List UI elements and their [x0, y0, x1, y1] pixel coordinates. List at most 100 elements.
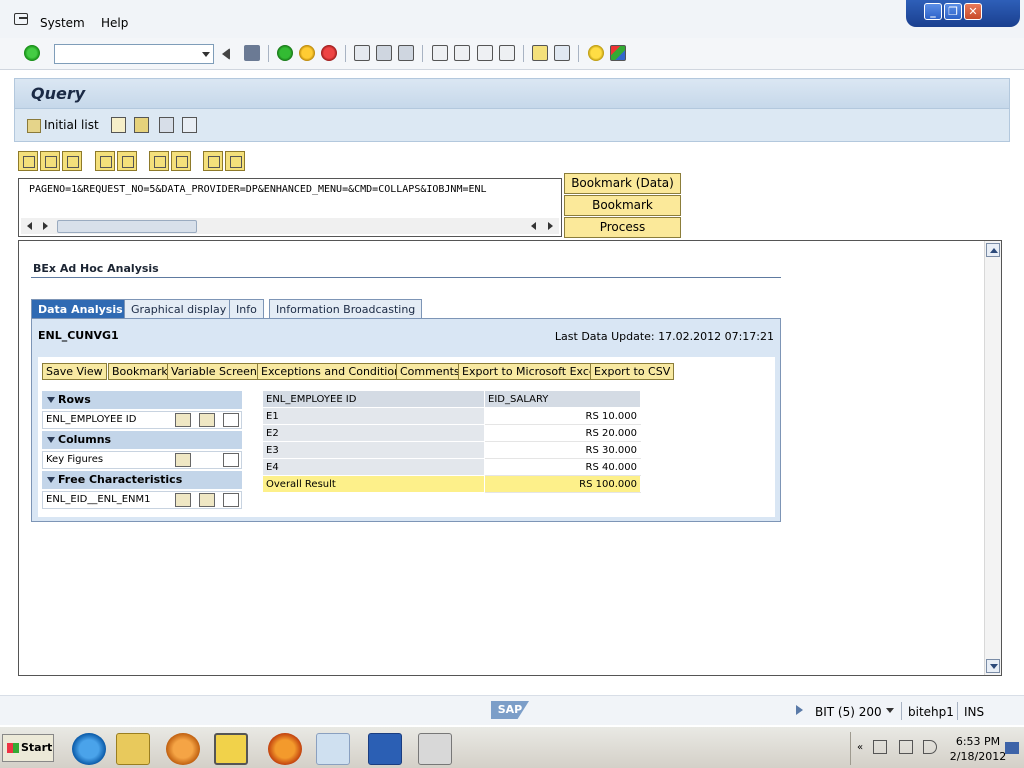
import-icon[interactable]	[203, 151, 223, 171]
menu-system[interactable]: System	[40, 16, 85, 30]
paste-icon[interactable]	[62, 151, 82, 171]
bookmark-button[interactable]: Bookmark	[564, 195, 681, 216]
filter-icon[interactable]	[223, 493, 239, 507]
insert-mode[interactable]: INS	[964, 705, 984, 719]
paint-icon[interactable]	[316, 733, 350, 765]
settings-icon[interactable]	[182, 117, 197, 133]
exceptions-conditions-button[interactable]: Exceptions and Conditions	[257, 363, 411, 380]
undo-icon[interactable]	[95, 151, 115, 171]
file-explorer-icon[interactable]	[116, 733, 150, 765]
menu-help[interactable]: Help	[101, 16, 128, 30]
add-to-rows-icon[interactable]	[175, 493, 191, 507]
employee-cell[interactable]: E4	[262, 458, 485, 476]
scroll-left-icon[interactable]	[27, 222, 32, 230]
swap-axis-icon[interactable]	[199, 413, 215, 427]
clock-time[interactable]: 6:53 PM	[955, 735, 1001, 748]
employee-cell[interactable]: E2	[262, 424, 485, 442]
column-header-salary[interactable]: EID_SALARY	[484, 390, 641, 408]
scroll-down-icon[interactable]	[986, 659, 1000, 673]
find-next-icon[interactable]	[398, 45, 414, 61]
bookmark-data-button[interactable]: Bookmark (Data)	[564, 173, 681, 194]
salary-cell[interactable]: RS 20.000	[484, 424, 641, 442]
history-back-icon[interactable]	[220, 48, 230, 60]
scroll-thumb[interactable]	[57, 220, 197, 233]
url-text-area[interactable]: PAGENO=1&REQUEST_NO=5&DATA_PROVIDER=DP&E…	[18, 178, 562, 237]
bex-bookmark-button[interactable]: Bookmark	[108, 363, 172, 380]
firefox-icon[interactable]	[268, 733, 302, 765]
scroll-left-end-icon[interactable]	[531, 222, 536, 230]
system-dropdown-icon[interactable]	[886, 708, 894, 713]
horizontal-scrollbar[interactable]	[21, 218, 559, 234]
comments-button[interactable]: Comments	[396, 363, 464, 380]
tab-information-broadcasting[interactable]: Information Broadcasting	[269, 299, 423, 319]
add-to-columns-icon[interactable]	[199, 493, 215, 507]
system-menu-icon[interactable]	[14, 13, 28, 25]
employee-cell[interactable]: E1	[262, 407, 485, 425]
volume-icon[interactable]	[923, 740, 937, 754]
command-field[interactable]	[54, 44, 214, 64]
start-button[interactable]: Start	[2, 734, 54, 762]
cut-icon[interactable]	[18, 151, 38, 171]
tab-graphical-display[interactable]: Graphical display	[124, 299, 234, 319]
salary-cell[interactable]: RS 30.000	[484, 441, 641, 459]
columns-header[interactable]: Columns	[42, 431, 242, 449]
tab-info[interactable]: Info	[229, 299, 264, 319]
first-page-icon[interactable]	[432, 45, 448, 61]
exit-icon[interactable]	[299, 45, 315, 61]
copy-query-icon[interactable]	[159, 117, 174, 133]
enter-icon[interactable]	[24, 45, 40, 61]
export-icon[interactable]	[225, 151, 245, 171]
filter-icon[interactable]	[223, 413, 239, 427]
find-icon[interactable]	[376, 45, 392, 61]
minimize-icon[interactable]: _	[924, 3, 942, 20]
viewer-find-icon[interactable]	[149, 151, 169, 171]
last-page-icon[interactable]	[499, 45, 515, 61]
internet-explorer-icon[interactable]	[72, 733, 106, 765]
employee-cell[interactable]: E3	[262, 441, 485, 459]
save-icon[interactable]	[244, 45, 260, 61]
hierarchy-icon[interactable]	[175, 413, 191, 427]
print-icon[interactable]	[354, 45, 370, 61]
new-session-icon[interactable]	[532, 45, 548, 61]
sap-logon-icon[interactable]	[214, 733, 248, 765]
export-excel-button[interactable]: Export to Microsoft Excel	[458, 363, 603, 380]
open-query-icon[interactable]	[134, 117, 149, 133]
initial-list-button[interactable]: Initial list	[27, 118, 99, 133]
help-icon[interactable]	[588, 45, 604, 61]
close-icon[interactable]: ✕	[964, 3, 982, 20]
copy-icon[interactable]	[40, 151, 60, 171]
tab-data-analysis[interactable]: Data Analysis	[31, 299, 130, 319]
salary-cell[interactable]: RS 40.000	[484, 458, 641, 476]
restore-icon[interactable]: ❐	[944, 3, 962, 20]
shortcut-icon[interactable]	[554, 45, 570, 61]
layout-menu-icon[interactable]	[610, 45, 626, 61]
word-icon[interactable]	[368, 733, 402, 765]
process-button[interactable]: Process	[564, 217, 681, 238]
previous-page-icon[interactable]	[454, 45, 470, 61]
action-center-icon[interactable]	[873, 740, 887, 754]
scroll-right-icon[interactable]	[43, 222, 48, 230]
show-hidden-icons-icon[interactable]: «	[857, 742, 863, 753]
swap-axis-icon[interactable]	[175, 453, 191, 467]
scroll-right-end-icon[interactable]	[548, 222, 553, 230]
vertical-scrollbar[interactable]	[984, 241, 1001, 675]
sap-gui-icon[interactable]	[418, 733, 452, 765]
rows-header[interactable]: Rows	[42, 391, 242, 409]
new-query-icon[interactable]	[111, 117, 126, 133]
scroll-up-icon[interactable]	[986, 243, 1000, 257]
chevron-down-icon[interactable]	[202, 52, 210, 57]
next-page-icon[interactable]	[477, 45, 493, 61]
save-view-button[interactable]: Save View	[42, 363, 107, 380]
media-player-icon[interactable]	[166, 733, 200, 765]
variable-screen-button[interactable]: Variable Screen	[167, 363, 261, 380]
status-expand-icon[interactable]	[796, 705, 803, 715]
export-csv-button[interactable]: Export to CSV	[590, 363, 675, 380]
redo-icon[interactable]	[117, 151, 137, 171]
cancel-icon[interactable]	[321, 45, 337, 61]
filter-icon[interactable]	[223, 453, 239, 467]
viewer-find-next-icon[interactable]	[171, 151, 191, 171]
back-icon[interactable]	[277, 45, 293, 61]
clock-date[interactable]: 2/18/2012	[949, 750, 1007, 763]
network-icon[interactable]	[899, 740, 913, 754]
free-characteristics-header[interactable]: Free Characteristics	[42, 471, 242, 489]
